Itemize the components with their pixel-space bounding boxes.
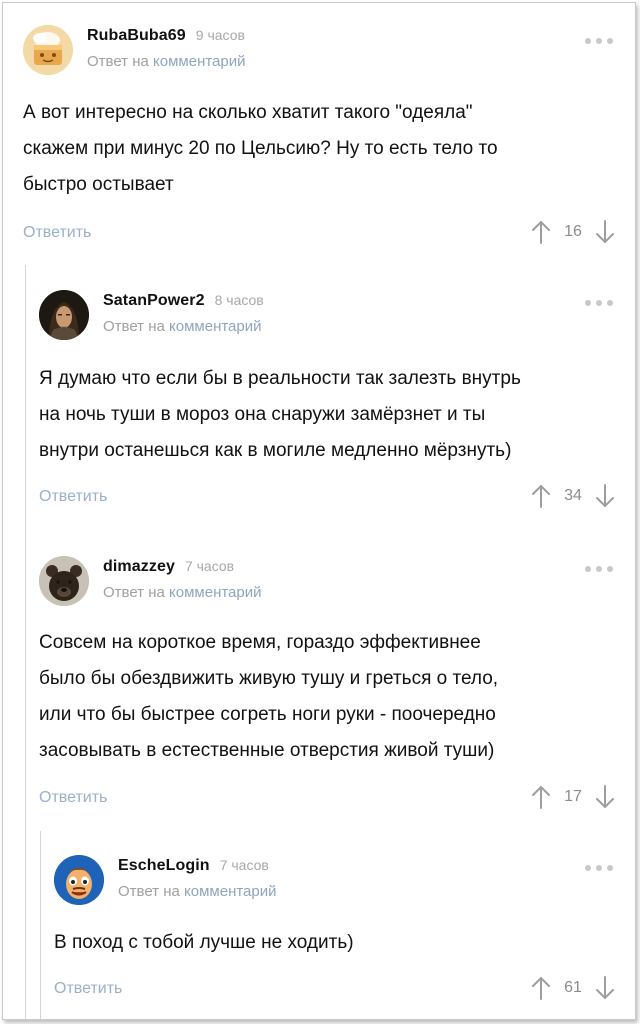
reply-to: Ответ на комментарий	[103, 318, 264, 335]
avatar[interactable]	[23, 25, 73, 75]
avatar[interactable]	[39, 290, 89, 340]
comment-time: 8 часов	[214, 292, 264, 308]
comment-text: В поход с тобой лучше не ходить)	[54, 932, 354, 953]
reply-to: Ответ на комментарий	[103, 584, 262, 601]
avatar[interactable]	[39, 556, 89, 606]
thread-line-level-1	[25, 265, 26, 1019]
avatar[interactable]	[54, 855, 104, 905]
man-portrait-avatar-icon	[39, 290, 89, 340]
username[interactable]: EscheLogin	[118, 857, 210, 875]
more-dots-icon[interactable]	[585, 300, 613, 306]
pastry-avatar-icon	[23, 25, 73, 75]
comment-time: 7 часов	[219, 857, 269, 873]
reply-to-prefix: Ответ на	[118, 883, 180, 900]
more-dots-icon[interactable]	[585, 566, 613, 572]
reply-button[interactable]: Ответить	[54, 980, 122, 998]
arrow-down-icon[interactable]	[593, 784, 617, 810]
arrow-up-icon[interactable]	[529, 975, 553, 1001]
reply-to-link[interactable]: комментарий	[169, 584, 261, 601]
more-dots-icon[interactable]	[585, 38, 613, 44]
username[interactable]: dimazzey	[103, 558, 175, 576]
vote-count: 34	[564, 487, 582, 504]
username[interactable]: RubaBuba69	[87, 27, 186, 45]
reply-to-link[interactable]: комментарий	[184, 883, 276, 900]
reply-to: Ответ на комментарий	[87, 53, 246, 70]
cartoon-face-avatar-icon	[54, 855, 104, 905]
bear-avatar-icon	[39, 556, 89, 606]
reply-to-prefix: Ответ на	[87, 53, 149, 70]
arrow-down-icon[interactable]	[593, 975, 617, 1001]
comment-time: 9 часов	[195, 27, 245, 43]
comment-time: 7 часов	[184, 558, 235, 574]
arrow-down-icon[interactable]	[593, 483, 617, 509]
arrow-up-icon[interactable]	[529, 483, 553, 509]
reply-button[interactable]: Ответить	[23, 224, 91, 242]
more-dots-icon[interactable]	[585, 865, 613, 871]
reply-to-prefix: Ответ на	[103, 318, 165, 335]
comment-text: Я думаю что если бы в реальности так зал…	[39, 368, 521, 461]
comment-text: Совсем на короткое время, гораздо эффект…	[39, 632, 499, 761]
arrow-down-icon[interactable]	[593, 219, 617, 245]
comments-thread: RubaBuba69 9 часов Ответ на комментарий …	[2, 2, 636, 1020]
reply-to-link[interactable]: комментарий	[153, 53, 245, 70]
reply-to: Ответ на комментарий	[118, 883, 277, 900]
vote-count: 17	[564, 788, 582, 805]
reply-button[interactable]: Ответить	[39, 488, 107, 506]
username[interactable]: SatanPower2	[103, 292, 205, 310]
vote-count: 16	[564, 223, 582, 240]
reply-to-prefix: Ответ на	[103, 584, 165, 601]
reply-to-link[interactable]: комментарий	[169, 318, 261, 335]
reply-button[interactable]: Ответить	[39, 789, 107, 807]
vote-count: 61	[564, 979, 582, 996]
comment-text: А вот интересно на сколько хватит такого…	[23, 102, 498, 195]
arrow-up-icon[interactable]	[529, 219, 553, 245]
arrow-up-icon[interactable]	[529, 784, 553, 810]
